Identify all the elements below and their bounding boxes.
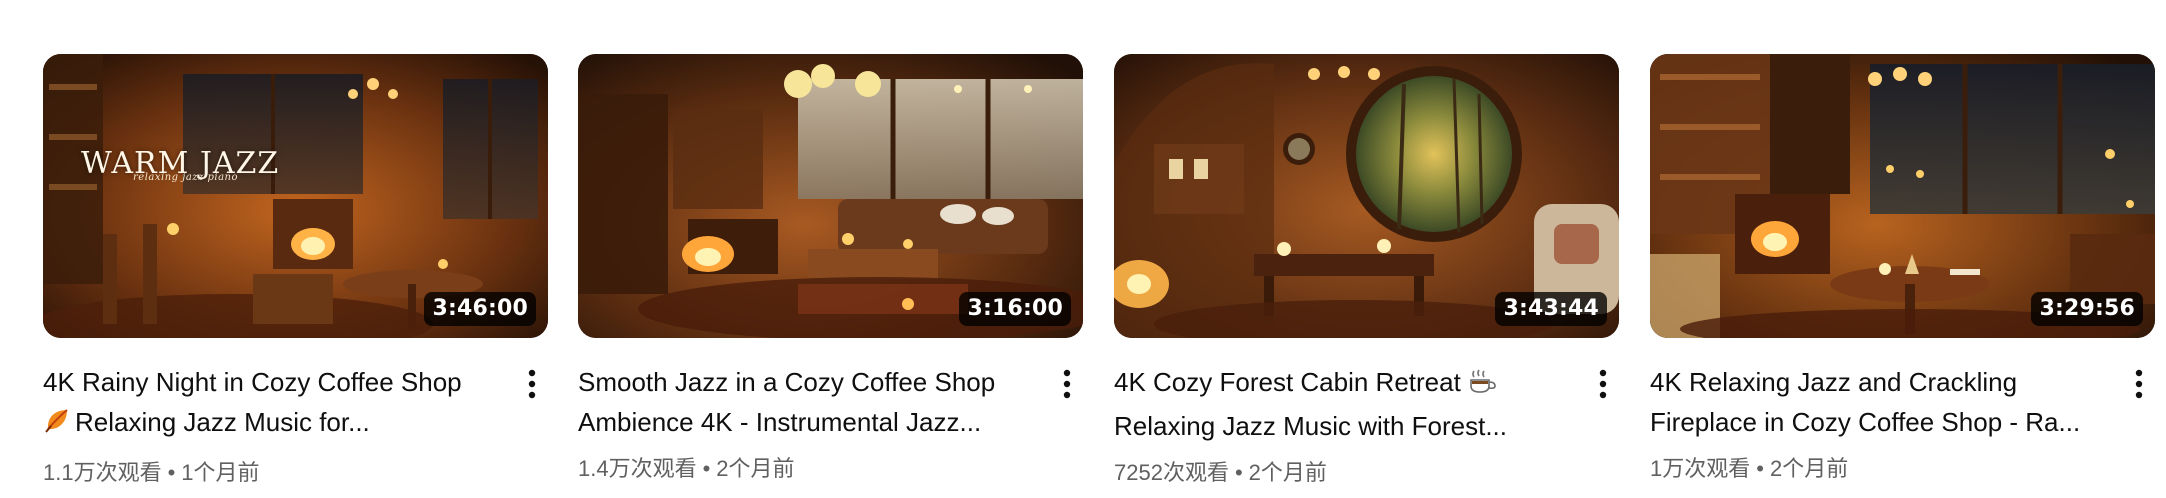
more-vertical-icon: [2135, 369, 2143, 399]
video-thumbnail[interactable]: 3:29:56: [1650, 54, 2155, 338]
video-card: 3:43:44 4K Cozy Forest Cabin Retreat Rel…: [1114, 54, 1619, 498]
upload-age: 1个月前: [181, 460, 260, 485]
duration-badge: 3:46:00: [424, 292, 536, 326]
video-details: 4K Cozy Forest Cabin Retreat Relaxing Ja…: [1114, 362, 1619, 498]
hot-beverage-icon: [1468, 366, 1498, 406]
view-count: 1.1万次观看: [43, 460, 162, 485]
video-details: 4K Rainy Night in Cozy Coffee Shop Relax…: [43, 362, 548, 498]
view-count: 7252次观看: [1114, 460, 1229, 485]
video-details: 4K Relaxing Jazz and Crackling Fireplace…: [1650, 362, 2155, 498]
video-title-line: Fireplace in Cozy Coffee Shop - Ra...: [1650, 407, 2081, 437]
duration-badge: 3:16:00: [959, 292, 1071, 326]
video-details: Smooth Jazz in a Cozy Coffee Shop Ambien…: [578, 362, 1083, 498]
video-title-line: 4K Rainy Night in Cozy Coffee Shop: [43, 367, 462, 397]
view-count: 1.4万次观看: [578, 456, 697, 481]
video-title-line: Relaxing Jazz Music for...: [43, 402, 498, 446]
video-thumbnail[interactable]: 3:16:00: [578, 54, 1083, 338]
video-thumbnail[interactable]: 3:43:44: [1114, 54, 1619, 338]
video-title-line: Relaxing Jazz Music with Forest...: [1114, 411, 1508, 441]
video-metadata: 1.1万次观看 • 1个月前: [43, 458, 548, 488]
video-title[interactable]: Smooth Jazz in a Cozy Coffee Shop Ambien…: [578, 362, 1033, 442]
video-card: 3:16:00 Smooth Jazz in a Cozy Coffee Sho…: [578, 54, 1083, 498]
more-vertical-icon: [1599, 369, 1607, 399]
video-title-line: Ambience 4K - Instrumental Jazz...: [578, 407, 982, 437]
video-title-line: Smooth Jazz in a Cozy Coffee Shop: [578, 367, 996, 397]
more-actions-button[interactable]: [2123, 364, 2155, 404]
video-metadata: 1万次观看 • 2个月前: [1650, 454, 2155, 484]
more-vertical-icon: [528, 369, 536, 399]
video-grid: WARM JAZZ relaxing jazz piano 3:46:00 4K…: [0, 0, 2166, 498]
more-vertical-icon: [1063, 369, 1071, 399]
video-title[interactable]: 4K Cozy Forest Cabin Retreat Relaxing Ja…: [1114, 362, 1569, 446]
video-card: WARM JAZZ relaxing jazz piano 3:46:00 4K…: [43, 54, 548, 498]
upload-age: 2个月前: [1248, 460, 1327, 485]
more-actions-button[interactable]: [1051, 364, 1083, 404]
video-card: 3:29:56 4K Relaxing Jazz and Crackling F…: [1650, 54, 2155, 498]
meta-separator: •: [167, 460, 176, 485]
more-actions-button[interactable]: [516, 364, 548, 404]
video-title-line: 4K Relaxing Jazz and Crackling: [1650, 367, 2018, 397]
video-metadata: 1.4万次观看 • 2个月前: [578, 454, 1083, 484]
video-thumbnail[interactable]: WARM JAZZ relaxing jazz piano 3:46:00: [43, 54, 548, 338]
thumbnail-overlay-subtitle: relaxing jazz piano: [133, 172, 239, 183]
video-title-line-text: Relaxing Jazz Music for...: [75, 407, 370, 437]
upload-age: 2个月前: [1769, 456, 1849, 481]
video-title[interactable]: 4K Rainy Night in Cozy Coffee Shop Relax…: [43, 362, 498, 446]
upload-age: 2个月前: [716, 456, 795, 481]
duration-badge: 3:29:56: [2031, 292, 2143, 326]
meta-separator: •: [1234, 460, 1243, 485]
meta-separator: •: [702, 456, 711, 481]
meta-separator: •: [1756, 456, 1764, 481]
view-count: 1万次观看: [1650, 456, 1751, 481]
video-title[interactable]: 4K Relaxing Jazz and Crackling Fireplace…: [1650, 362, 2105, 442]
more-actions-button[interactable]: [1587, 364, 1619, 404]
video-metadata: 7252次观看 • 2个月前: [1114, 458, 1619, 488]
autumn-leaf-icon: [43, 406, 71, 446]
video-title-line: 4K Cozy Forest Cabin Retreat: [1114, 362, 1569, 406]
duration-badge: 3:43:44: [1495, 292, 1607, 326]
video-title-line-text: 4K Cozy Forest Cabin Retreat: [1114, 367, 1461, 397]
